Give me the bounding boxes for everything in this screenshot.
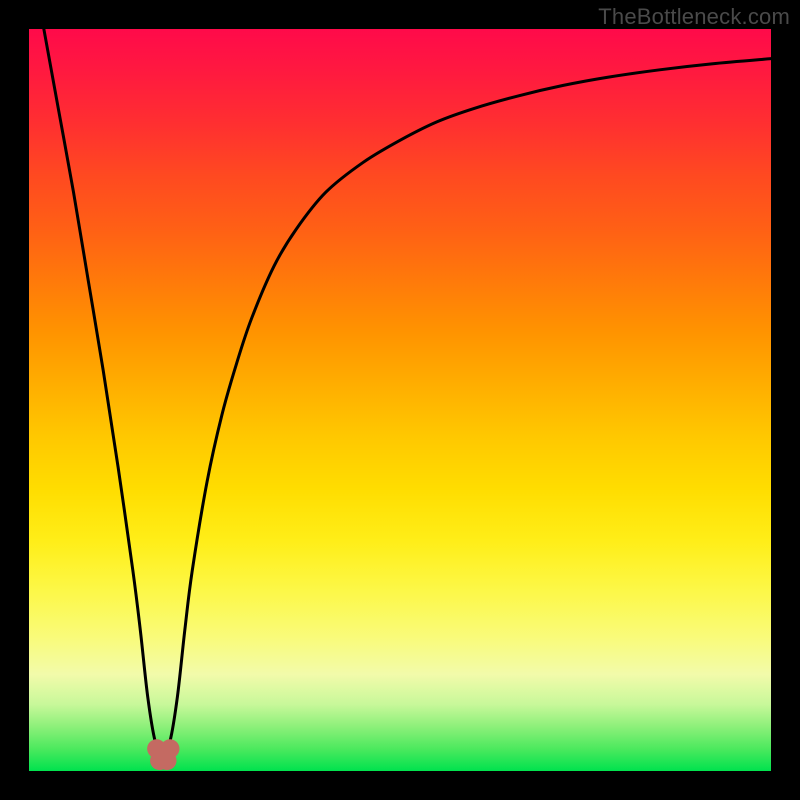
dip-marker-bottom-right <box>158 751 177 770</box>
bottleneck-curve <box>44 29 771 756</box>
chart-frame: TheBottleneck.com <box>0 0 800 800</box>
curve-svg <box>29 29 771 771</box>
plot-area <box>29 29 771 771</box>
watermark-text: TheBottleneck.com <box>598 4 790 30</box>
